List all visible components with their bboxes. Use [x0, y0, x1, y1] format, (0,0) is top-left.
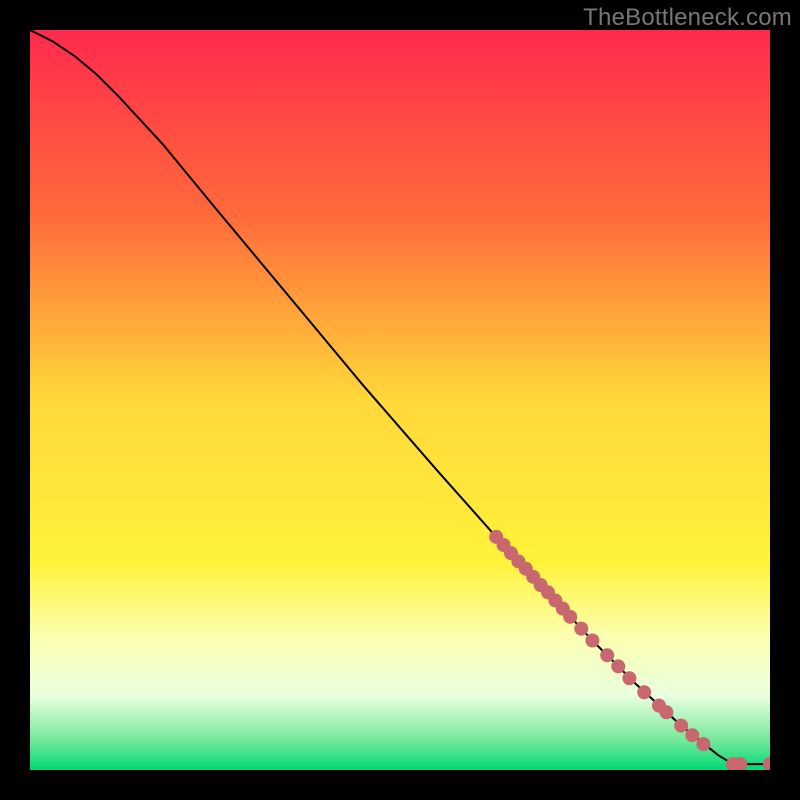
data-point-marker	[574, 622, 588, 636]
attribution-label: TheBottleneck.com	[583, 4, 792, 32]
data-point-marker	[622, 671, 636, 685]
data-point-marker	[659, 705, 673, 719]
data-point-marker	[696, 737, 710, 751]
gradient-background	[30, 30, 770, 770]
chart-svg	[30, 30, 770, 770]
data-point-marker	[685, 728, 699, 742]
data-point-marker	[585, 634, 599, 648]
chart-stage: TheBottleneck.com	[0, 0, 800, 800]
data-point-marker	[637, 685, 651, 699]
data-point-marker	[674, 719, 688, 733]
data-point-marker	[600, 648, 614, 662]
plot-area	[30, 30, 770, 770]
data-point-marker	[563, 610, 577, 624]
data-point-marker	[611, 659, 625, 673]
